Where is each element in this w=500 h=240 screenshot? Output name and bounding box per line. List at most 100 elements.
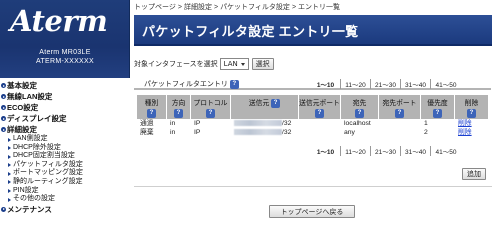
submenu-static-routing[interactable]: 静的ルーティング設定 <box>0 178 130 187</box>
menu-label: 無線LAN設定 <box>7 92 53 101</box>
submenu-arrow-icon <box>8 146 11 151</box>
breadcrumb-advanced[interactable]: 詳細設定 <box>184 4 212 11</box>
submenu-label: DHCP除外設定 <box>13 143 61 151</box>
col-delete-label: 削除 <box>464 100 479 107</box>
menu-wireless-lan[interactable]: 無線LAN設定 <box>0 91 130 102</box>
cell-type: 廃棄 <box>136 128 167 137</box>
aterm-logo: Aterm <box>10 4 108 38</box>
help-icon[interactable]: ? <box>174 109 183 118</box>
submenu-other[interactable]: その他の設定 <box>0 195 130 204</box>
help-icon[interactable]: ? <box>229 79 239 89</box>
back-to-top-button[interactable]: トップページへ戻る <box>269 205 355 218</box>
submenu-label: その他の設定 <box>13 195 55 203</box>
submenu-label: PIN設定 <box>13 186 39 194</box>
cell-source-port <box>298 128 341 137</box>
menu-display[interactable]: ディスプレイ設定 <box>0 113 130 124</box>
submenu-dhcp-static[interactable]: DHCP固定割当設定 <box>0 152 130 161</box>
submenu-label: パケットフィルタ設定 <box>13 160 83 168</box>
help-icon[interactable]: ? <box>271 98 281 108</box>
cell-destination-port <box>378 128 421 137</box>
menu-eco[interactable]: ECO設定 <box>0 102 130 113</box>
redacted-address <box>234 120 282 127</box>
breadcrumb-current: エントリ一覧 <box>298 4 341 11</box>
source-mask: /32 <box>282 120 292 127</box>
cell-delete: 削除 <box>454 119 489 129</box>
col-destination-port: 宛先ポート? <box>378 94 421 120</box>
menu-maintenance[interactable]: メンテナンス <box>0 204 130 215</box>
submenu-arrow-icon <box>8 189 11 194</box>
breadcrumb-separator: > <box>291 4 297 11</box>
cell-protocol: IP <box>190 128 231 137</box>
page-link-1: 1〜10 <box>311 146 341 156</box>
col-destination-label: 宛先 <box>352 100 367 107</box>
submenu-dhcp-exclude[interactable]: DHCP除外設定 <box>0 144 130 153</box>
source-mask: /32 <box>282 128 292 136</box>
table-header-row: 種別? 方向? プロトコル? 送信元 ? 送信元ポート? 宛先? 宛先ポート? … <box>136 94 489 120</box>
cell-source: /32 <box>230 128 299 137</box>
page-link-3[interactable]: 21〜30 <box>371 79 401 89</box>
menu-bullet-icon <box>1 94 6 99</box>
page-link-5[interactable]: 41〜50 <box>431 146 461 156</box>
menu-label: 基本設定 <box>7 81 37 90</box>
cell-direction: in <box>166 119 191 129</box>
unit-id: ATERM-XXXXXX <box>36 58 94 65</box>
col-source: 送信元 ? <box>230 94 299 120</box>
help-icon[interactable]: ? <box>433 109 442 118</box>
col-delete: 削除? <box>454 94 489 120</box>
interface-selected-value: LAN <box>223 59 238 68</box>
breadcrumb-packet-filter[interactable]: パケットフィルタ設定 <box>220 4 290 11</box>
submenu-label: ポートマッピング設定 <box>13 169 83 177</box>
col-source-port-label: 送信元ポート <box>299 100 340 107</box>
help-icon[interactable]: ? <box>206 109 215 118</box>
page-link-2[interactable]: 11〜20 <box>341 79 371 89</box>
help-icon[interactable]: ? <box>315 109 324 118</box>
entries-header: パケットフィルタエントリ? 1〜10 11〜20 21〜30 31〜40 41〜… <box>134 76 491 90</box>
menu-advanced[interactable]: 詳細設定 <box>0 124 130 135</box>
submenu-pin[interactable]: PIN設定 <box>0 187 130 196</box>
interface-selector: 対象インタフェースを選択 LAN 選択 <box>134 57 274 70</box>
main-content: トップページ > 詳細設定 > パケットフィルタ設定 > エントリ一覧 パケットフィルタ設定… <box>134 0 496 240</box>
delete-link[interactable]: 削除 <box>458 120 472 127</box>
sidebar: Aterm Aterm MR03LE ATERM-XXXXXX 基本設定 無線L… <box>0 0 130 240</box>
col-priority: 優先度? <box>420 94 455 120</box>
submenu-lan-side[interactable]: LAN側設定 <box>0 135 130 144</box>
help-icon[interactable]: ? <box>355 109 364 118</box>
cell-destination-port <box>378 119 421 129</box>
page-link-5[interactable]: 41〜50 <box>431 79 461 89</box>
breadcrumb-top[interactable]: トップページ <box>134 4 176 11</box>
table-row: 通過 in IP /32 localhost 1 削除 <box>136 119 489 129</box>
submenu-port-mapping[interactable]: ポートマッピング設定 <box>0 169 130 178</box>
delete-link[interactable]: 削除 <box>458 129 472 136</box>
submenu-label: LAN側設定 <box>13 135 48 142</box>
page-link-4[interactable]: 31〜40 <box>401 146 431 156</box>
menu-bullet-icon <box>1 206 6 212</box>
col-protocol: プロトコル? <box>190 94 231 120</box>
col-destination: 宛先? <box>340 94 379 120</box>
menu-bullet-icon <box>1 116 6 121</box>
help-icon[interactable]: ? <box>147 109 156 118</box>
submenu-arrow-icon <box>8 171 11 176</box>
page-link-4[interactable]: 31〜40 <box>401 79 431 89</box>
menu-bullet-icon <box>1 83 6 88</box>
cell-type: 通過 <box>136 119 167 129</box>
add-button[interactable]: 追加 <box>462 168 486 180</box>
pager-bottom: 1〜10 11〜20 21〜30 31〜40 41〜50 <box>311 146 461 156</box>
menu-basic-settings[interactable]: 基本設定 <box>0 80 130 91</box>
page-link-3[interactable]: 21〜30 <box>371 146 401 156</box>
menu-label: 詳細設定 <box>7 125 37 134</box>
side-menu: 基本設定 無線LAN設定 ECO設定 ディスプレイ設定 詳細設定 LAN側設定 … <box>0 80 130 215</box>
brand-header: Aterm Aterm MR03LE ATERM-XXXXXX <box>0 0 130 78</box>
help-icon[interactable]: ? <box>395 109 404 118</box>
page-link-2[interactable]: 11〜20 <box>341 146 371 156</box>
col-source-port: 送信元ポート? <box>298 94 341 120</box>
chevron-down-icon <box>240 62 245 66</box>
help-icon[interactable]: ? <box>467 109 476 118</box>
submenu-arrow-icon <box>8 163 11 168</box>
col-priority-label: 優先度 <box>427 100 448 107</box>
table-row: 廃棄 in IP /32 any 2 削除 <box>136 128 489 137</box>
col-type-label: 種別 <box>144 100 159 107</box>
col-direction: 方向? <box>166 94 191 120</box>
interface-select[interactable]: LAN <box>219 57 249 70</box>
select-button[interactable]: 選択 <box>251 57 274 70</box>
breadcrumb: トップページ > 詳細設定 > パケットフィルタ設定 > エントリ一覧 <box>134 2 340 12</box>
